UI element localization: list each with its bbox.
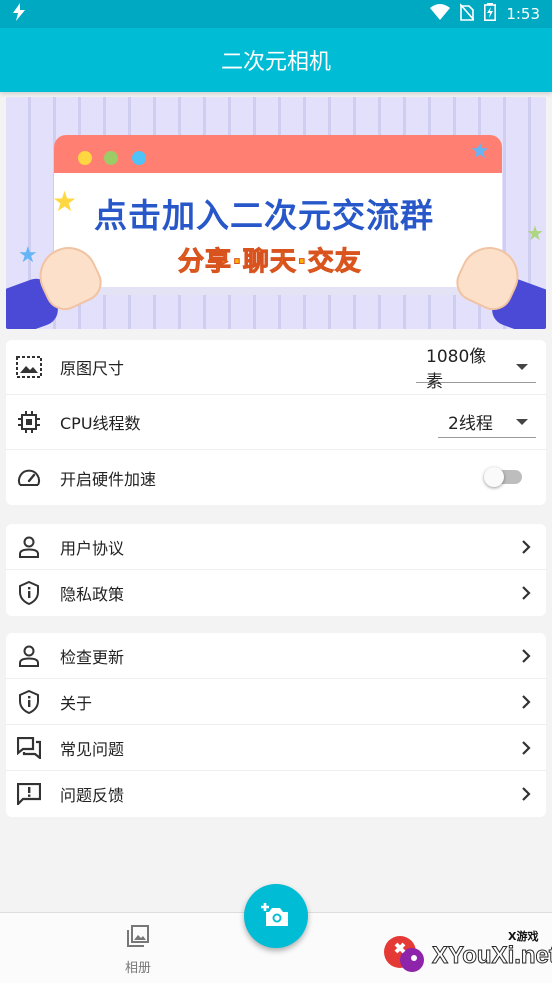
banner-subtitle: 分享·聊天·交友	[178, 247, 362, 278]
forum-icon	[16, 735, 42, 761]
site-watermark: X游戏 XYouXi.net	[380, 924, 552, 980]
app-title: 二次元相机	[220, 50, 331, 75]
hardware-accel-row[interactable]: 开启硬件加速	[6, 450, 546, 505]
nav-album-label: 相册	[124, 961, 151, 976]
user-agreement-row[interactable]: 用户协议	[6, 524, 546, 570]
settings-card: 原图尺寸 1080像素 CPU线程数 2线程 开启硬件加速	[6, 340, 546, 505]
original-size-value: 1080像素	[426, 346, 487, 392]
toggle-knob	[484, 467, 504, 487]
about-card: 检查更新 关于 常见问题 问题反馈	[6, 633, 546, 817]
status-time: 1:53	[506, 5, 540, 23]
image-size-icon	[16, 354, 42, 380]
dropdown-arrow-icon	[516, 363, 528, 370]
chevron-right-icon	[516, 646, 536, 666]
privacy-policy-row[interactable]: 隐私政策	[6, 570, 546, 616]
feedback-label: 问题反馈	[60, 786, 125, 805]
star-icon: ★	[470, 139, 490, 164]
feedback-row[interactable]: 问题反馈	[6, 771, 546, 817]
person-icon	[16, 643, 42, 669]
chevron-right-icon	[516, 738, 536, 758]
dropdown-arrow-icon	[516, 418, 528, 425]
cpu-icon	[16, 409, 42, 435]
original-size-select[interactable]: 1080像素	[416, 347, 536, 392]
faq-label: 常见问题	[60, 739, 125, 759]
cpu-threads-value: 2线程	[448, 414, 493, 434]
chevron-right-icon	[516, 537, 536, 557]
photo-library-icon	[125, 923, 151, 953]
check-update-label: 检查更新	[60, 647, 125, 667]
window-dot-green	[104, 151, 118, 165]
speedometer-icon	[16, 465, 42, 491]
chevron-right-icon	[516, 583, 536, 603]
chevron-right-icon	[516, 784, 536, 804]
person-icon	[16, 534, 42, 560]
gamepad-logo-icon	[380, 932, 428, 982]
star-icon: ★	[52, 185, 78, 218]
flash-icon	[12, 3, 26, 25]
faq-row[interactable]: 常见问题	[6, 725, 546, 771]
join-group-banner[interactable]: ★ ★ ★ ★ 点击加入二次元交流群 分享·聊天·交友	[6, 97, 546, 329]
hardware-accel-toggle[interactable]	[484, 467, 522, 487]
about-row[interactable]: 关于	[6, 679, 546, 725]
nav-album[interactable]: 相册	[108, 923, 168, 976]
star-icon: ★	[526, 221, 544, 245]
legal-card: 用户协议 隐私政策	[6, 524, 546, 616]
add-camera-icon	[261, 900, 291, 932]
chevron-right-icon	[516, 692, 536, 712]
check-update-row[interactable]: 检查更新	[6, 633, 546, 679]
window-dot-yellow	[78, 151, 92, 165]
add-photo-fab[interactable]	[244, 884, 308, 948]
user-agreement-label: 用户协议	[60, 538, 125, 558]
status-bar: 1:53	[0, 0, 552, 28]
privacy-policy-label: 隐私政策	[60, 585, 125, 604]
star-icon: ★	[18, 243, 38, 268]
shield-info-icon	[16, 689, 42, 715]
hardware-accel-label: 开启硬件加速	[60, 469, 157, 489]
battery-charging-icon	[484, 3, 497, 25]
banner-title: 点击加入二次元交流群	[94, 196, 434, 235]
cpu-threads-select[interactable]: 2线程	[438, 406, 536, 438]
about-label: 关于	[60, 693, 93, 713]
app-bar: 二次元相机	[0, 28, 552, 92]
no-sim-icon	[459, 3, 475, 25]
feedback-icon	[16, 781, 42, 807]
watermark-text: XYouXi.net	[432, 942, 552, 970]
banner-board-header	[54, 135, 502, 173]
wifi-icon	[430, 4, 451, 24]
shield-info-icon	[16, 580, 42, 606]
original-size-row[interactable]: 原图尺寸 1080像素	[6, 340, 546, 395]
cpu-threads-row[interactable]: CPU线程数 2线程	[6, 395, 546, 450]
window-dot-blue	[132, 151, 146, 165]
